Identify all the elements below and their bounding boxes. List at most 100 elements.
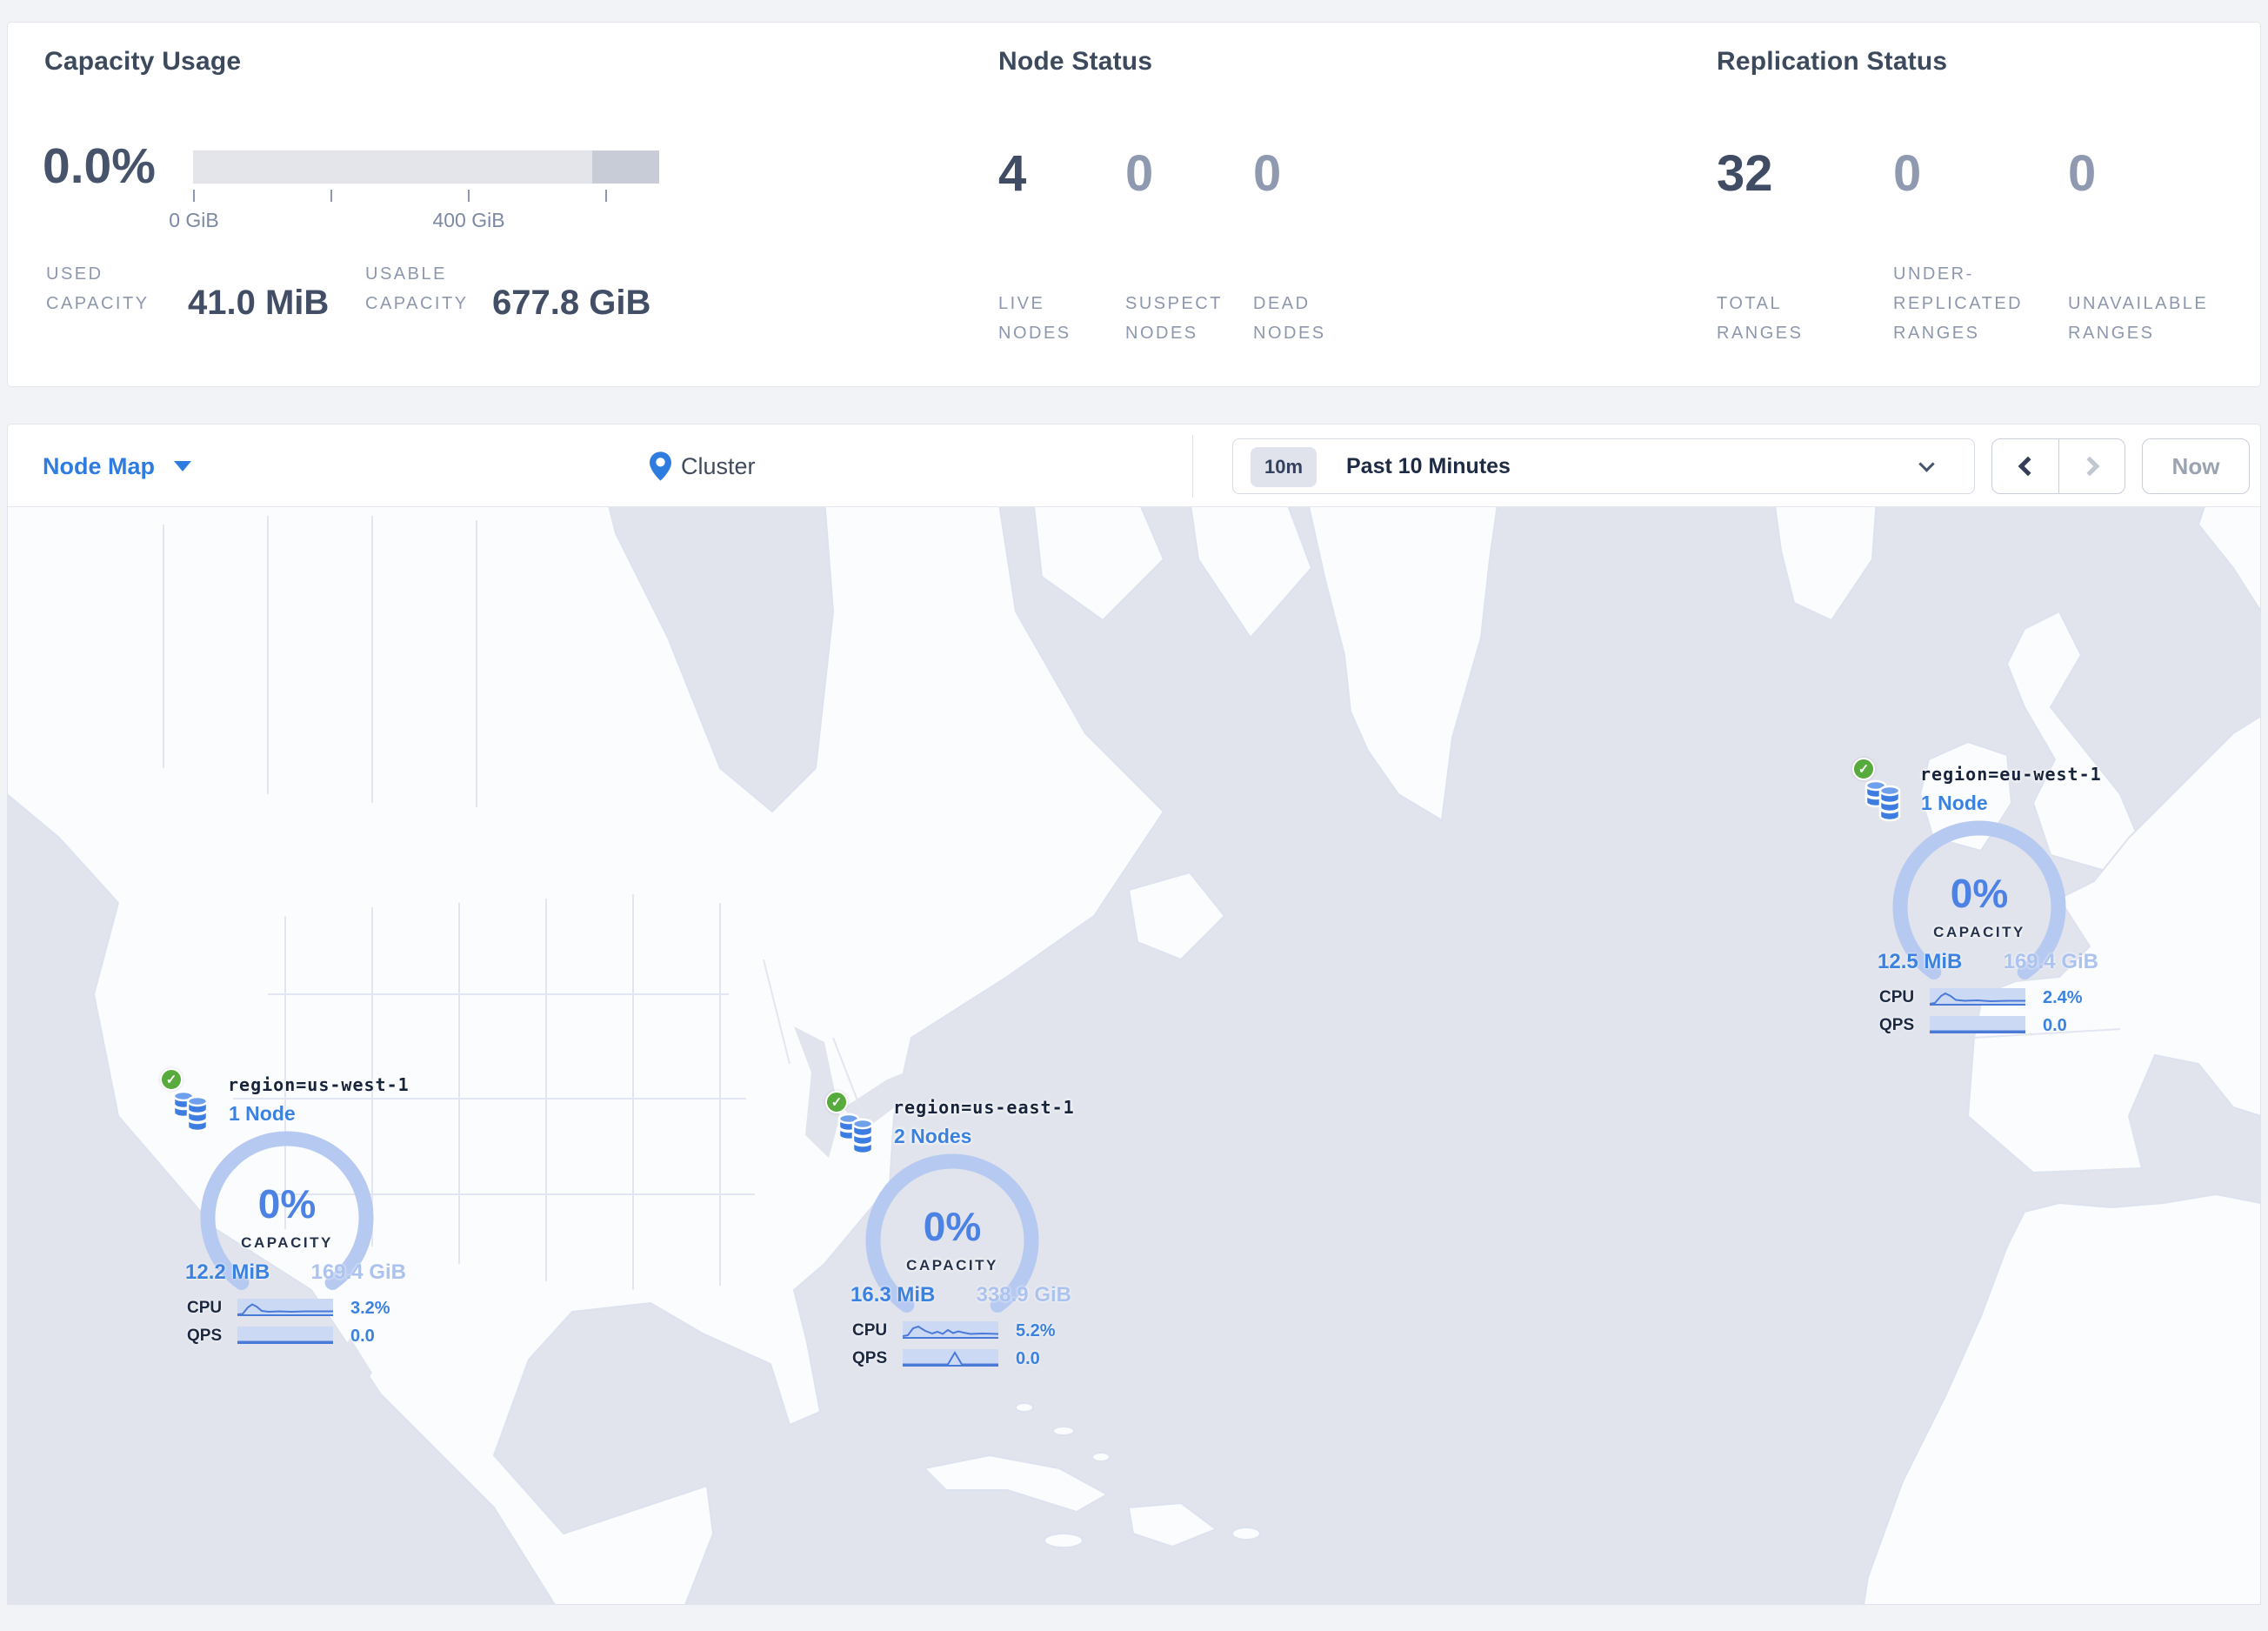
cpu-sparkline <box>1930 988 2025 1006</box>
land-cuba <box>924 1454 1108 1513</box>
qps-label: QPS <box>187 1327 223 1345</box>
view-selector-label: Node Map <box>43 452 156 479</box>
qps-value: 0.0 <box>1016 1349 1040 1368</box>
cockroachdb-cluster-overview-page: { "summary": { "capacity": { "title": "C… <box>0 0 2268 1631</box>
chevron-left-icon <box>2018 456 2038 477</box>
region-used-capacity: 12.2 MiB <box>185 1260 270 1284</box>
time-step-buttons <box>1991 438 2125 494</box>
healthy-check-icon: ✓ <box>160 1068 183 1091</box>
region-used-capacity: 12.5 MiB <box>1878 950 1963 973</box>
region-label: region=us-west-1 <box>228 1074 410 1095</box>
region-capacity-percent: 0% <box>257 1181 317 1227</box>
suspect-nodes-label: SUSPECT NODES <box>1125 294 1223 343</box>
region-label: region=eu-west-1 <box>1920 764 2102 785</box>
live-nodes-label: LIVE NODES <box>998 294 1071 343</box>
cpu-value: 2.4% <box>2043 988 2083 1007</box>
capacity-tick <box>468 190 470 202</box>
world-map <box>7 507 2261 1605</box>
region-marker-eu-west-1[interactable]: ✓ region=eu-west-1 1 Node 0% CAPACITY 12… <box>1838 753 2117 1049</box>
capacity-tick <box>193 190 195 202</box>
capacity-bar <box>193 150 659 184</box>
cpu-label: CPU <box>1879 988 1915 1006</box>
time-step-forward-button[interactable] <box>2058 439 2125 493</box>
region-capacity-label: CAPACITY <box>906 1257 998 1273</box>
capacity-tick-label-0: 0 GiB <box>169 209 219 231</box>
cpu-label: CPU <box>852 1321 888 1340</box>
region-capacity-label: CAPACITY <box>1933 924 2025 940</box>
usable-capacity-value: 677.8 GiB <box>492 284 651 322</box>
region-capacity-label: CAPACITY <box>241 1234 333 1251</box>
qps-value: 0.0 <box>350 1327 375 1346</box>
check-glyph: ✓ <box>830 1095 843 1110</box>
caret-down-icon <box>174 461 192 471</box>
qps-row: QPS 0.0 <box>1838 1016 2117 1035</box>
cluster-summary-panel: Capacity Usage 0.0% 0 GiB 400 GiB USED C… <box>7 22 2261 387</box>
qps-sparkline <box>237 1327 333 1344</box>
qps-row: QPS 0.0 <box>811 1349 1090 1368</box>
qps-value: 0.0 <box>2043 1016 2067 1035</box>
cpu-label: CPU <box>187 1299 223 1317</box>
qps-row: QPS 0.0 <box>146 1327 424 1346</box>
region-usable-capacity: 169.4 GiB <box>2003 950 2098 973</box>
view-selector-dropdown[interactable]: Node Map <box>43 424 192 508</box>
chevron-down-icon <box>1918 456 1935 472</box>
time-range-select[interactable]: 10m Past 10 Minutes <box>1232 438 1975 494</box>
capacity-bar-reserved-segment <box>592 150 659 184</box>
capacity-tick <box>605 190 607 202</box>
qps-sparkline <box>903 1349 998 1367</box>
region-marker-us-east-1[interactable]: ✓ region=us-east-1 2 Nodes 0% CAPACITY 1… <box>811 1086 1090 1382</box>
used-capacity-label: USED CAPACITY <box>46 264 150 313</box>
region-usable-capacity: 169.4 GiB <box>310 1260 406 1284</box>
time-range-badge: 10m <box>1251 447 1317 487</box>
region-capacity-percent: 0% <box>923 1204 982 1249</box>
region-label: region=us-east-1 <box>893 1097 1075 1118</box>
land-north-africa <box>1863 1193 2261 1605</box>
cpu-sparkline <box>237 1299 333 1316</box>
now-button[interactable]: Now <box>2142 438 2250 494</box>
dead-nodes-label: DEAD NODES <box>1253 294 1326 343</box>
unavailable-ranges-count: 0 <box>2068 145 2097 202</box>
live-nodes-count: 4 <box>998 145 1027 202</box>
chevron-right-icon <box>2079 456 2099 477</box>
land-greenland <box>1308 507 1498 821</box>
check-glyph: ✓ <box>165 1073 177 1087</box>
region-used-capacity: 16.3 MiB <box>850 1283 936 1307</box>
capacity-tick <box>330 190 332 202</box>
region-marker-us-west-1[interactable]: ✓ region=us-west-1 1 Node 0% CAPACITY 12… <box>146 1064 424 1360</box>
used-capacity-value: 41.0 MiB <box>188 284 330 322</box>
qps-label: QPS <box>1879 1016 1915 1034</box>
usable-capacity-label: USABLE CAPACITY <box>365 264 469 313</box>
time-step-back-button[interactable] <box>1992 439 2058 493</box>
region-capacity-percent: 0% <box>1950 871 2009 916</box>
time-range-label: Past 10 Minutes <box>1346 453 1511 478</box>
toolbar-divider <box>1192 435 1193 498</box>
suspect-nodes-count: 0 <box>1125 145 1154 202</box>
cpu-row: CPU 3.2% <box>146 1299 424 1318</box>
dead-nodes-count: 0 <box>1253 145 1282 202</box>
land-north-america <box>7 507 1164 1605</box>
unavailable-ranges-label: UNAVAILABLE RANGES <box>2068 294 2209 343</box>
healthy-check-icon: ✓ <box>1852 758 1875 780</box>
check-glyph: ✓ <box>1858 762 1870 777</box>
node-map[interactable]: ✓ region=us-west-1 1 Node 0% CAPACITY 12… <box>7 507 2261 1605</box>
capacity-used-percent: 0.0% <box>43 138 156 194</box>
node-status-title: Node Status <box>998 47 1153 76</box>
breadcrumb-label: Cluster <box>681 452 756 479</box>
qps-sparkline <box>1930 1016 2025 1033</box>
under-replicated-ranges-count: 0 <box>1893 145 1922 202</box>
cpu-row: CPU 5.2% <box>811 1321 1090 1340</box>
region-usable-capacity: 338.9 GiB <box>976 1283 1071 1307</box>
qps-label: QPS <box>852 1349 888 1367</box>
land-iceland <box>1774 507 1878 621</box>
location-pin-icon <box>650 451 671 481</box>
cpu-value: 5.2% <box>1016 1321 1056 1340</box>
healthy-check-icon: ✓ <box>825 1091 848 1113</box>
capacity-tick-label-400: 400 GiB <box>432 209 505 231</box>
breadcrumb[interactable]: Cluster <box>649 424 756 508</box>
cpu-row: CPU 2.4% <box>1838 988 2117 1007</box>
cpu-sparkline <box>903 1321 998 1339</box>
capacity-usage-title: Capacity Usage <box>44 47 242 76</box>
cpu-value: 3.2% <box>350 1299 390 1318</box>
total-ranges-label: TOTAL RANGES <box>1717 294 1804 343</box>
map-toolbar: Node Map Cluster 10m Past 10 Minutes Now <box>7 424 2261 507</box>
